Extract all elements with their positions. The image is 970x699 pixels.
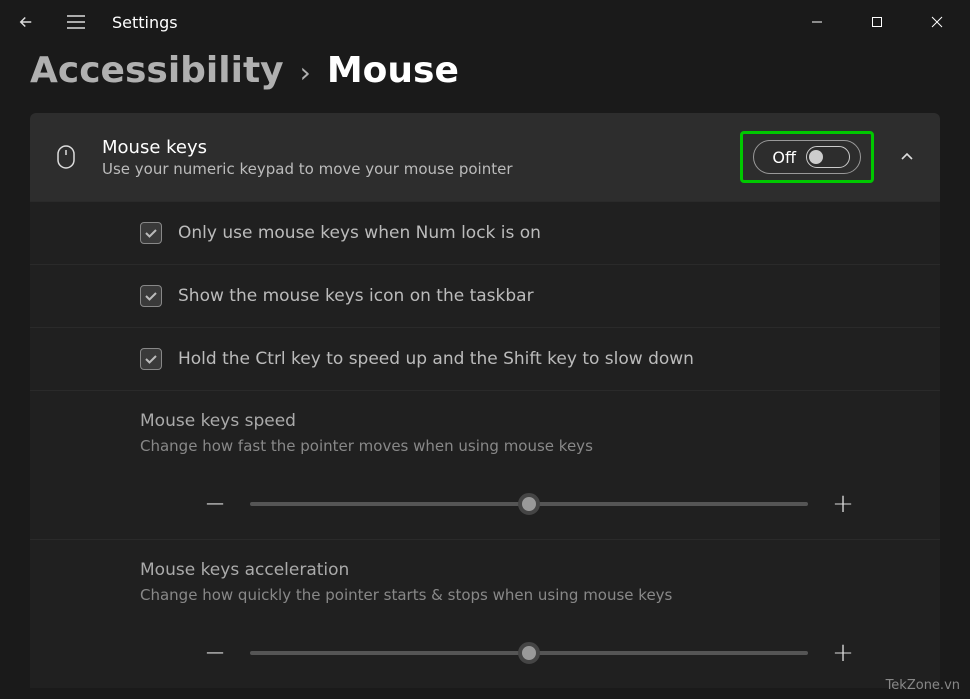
mouse-keys-accel-row: Mouse keys acceleration Change how quick… xyxy=(30,539,940,688)
speed-decrement[interactable]: − xyxy=(200,489,230,519)
accel-slider[interactable] xyxy=(250,651,808,655)
chevron-up-icon[interactable] xyxy=(896,146,918,168)
speed-title: Mouse keys speed xyxy=(140,411,918,431)
breadcrumb-current: Mouse xyxy=(327,50,459,91)
mouse-keys-subtitle: Use your numeric keypad to move your mou… xyxy=(102,160,718,178)
mouse-icon xyxy=(52,143,80,171)
speed-slider[interactable] xyxy=(250,502,808,506)
highlight-box: Off xyxy=(740,131,874,183)
option-label: Hold the Ctrl key to speed up and the Sh… xyxy=(178,349,694,369)
speed-slider-thumb[interactable] xyxy=(518,493,540,515)
chevron-right-icon: › xyxy=(300,56,311,89)
mouse-keys-speed-row: Mouse keys speed Change how fast the poi… xyxy=(30,390,940,539)
titlebar: Settings xyxy=(0,0,970,44)
app-title: Settings xyxy=(112,13,178,32)
mouse-keys-options: Only use mouse keys when Num lock is on … xyxy=(30,201,940,688)
accel-decrement[interactable]: − xyxy=(200,638,230,668)
minimize-button[interactable] xyxy=(802,7,832,37)
option-num-lock: Only use mouse keys when Num lock is on xyxy=(30,201,940,264)
option-label: Only use mouse keys when Num lock is on xyxy=(178,223,541,243)
checkbox-num-lock[interactable] xyxy=(140,222,162,244)
speed-subtitle: Change how fast the pointer moves when u… xyxy=(140,437,918,455)
checkbox-ctrl-shift[interactable] xyxy=(140,348,162,370)
mouse-keys-expander[interactable]: Mouse keys Use your numeric keypad to mo… xyxy=(30,113,940,201)
option-taskbar-icon: Show the mouse keys icon on the taskbar xyxy=(30,264,940,327)
accel-title: Mouse keys acceleration xyxy=(140,560,918,580)
accel-slider-thumb[interactable] xyxy=(518,642,540,664)
accel-subtitle: Change how quickly the pointer starts & … xyxy=(140,586,918,604)
back-button[interactable] xyxy=(12,8,40,36)
nav-menu-button[interactable] xyxy=(62,8,90,36)
mouse-keys-toggle[interactable]: Off xyxy=(753,140,861,174)
checkbox-taskbar-icon[interactable] xyxy=(140,285,162,307)
close-button[interactable] xyxy=(922,7,952,37)
option-ctrl-shift: Hold the Ctrl key to speed up and the Sh… xyxy=(30,327,940,390)
breadcrumb-parent[interactable]: Accessibility xyxy=(30,50,284,91)
speed-increment[interactable]: + xyxy=(828,489,858,519)
toggle-state-label: Off xyxy=(772,148,796,167)
mouse-keys-title: Mouse keys xyxy=(102,137,718,158)
option-label: Show the mouse keys icon on the taskbar xyxy=(178,286,534,306)
watermark: TekZone.vn xyxy=(886,678,960,693)
breadcrumb: Accessibility › Mouse xyxy=(0,44,970,113)
maximize-button[interactable] xyxy=(862,7,892,37)
accel-increment[interactable]: + xyxy=(828,638,858,668)
